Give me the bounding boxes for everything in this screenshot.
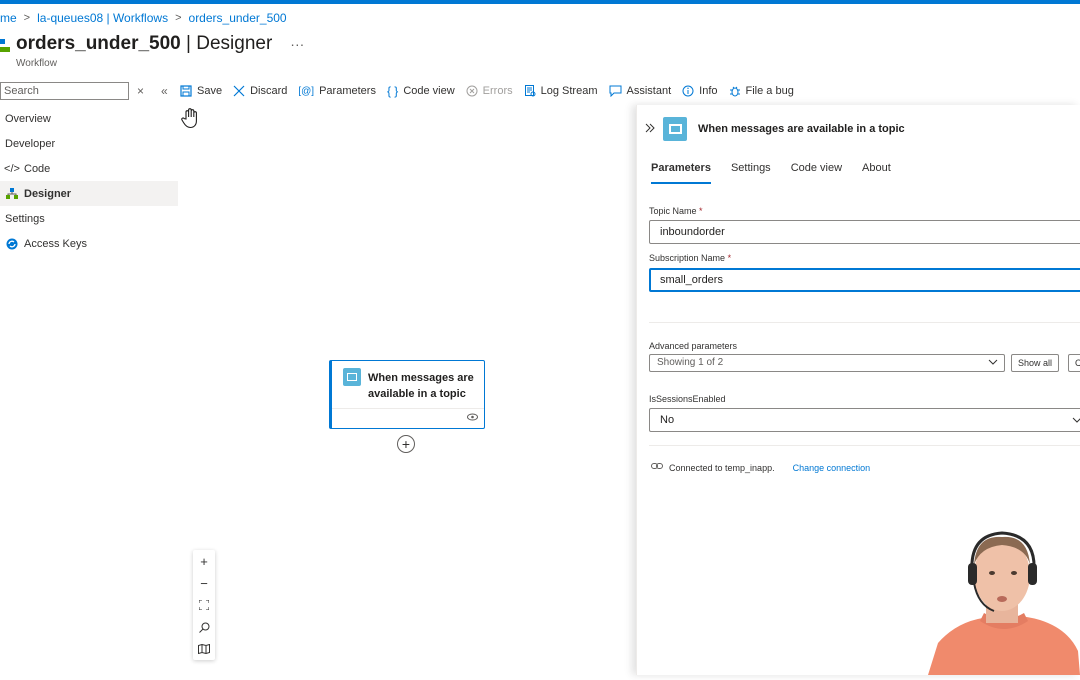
subscription-name-field[interactable]: small_orders	[649, 268, 1080, 292]
chat-icon	[609, 85, 622, 97]
parameters-icon: [@]	[298, 85, 315, 97]
info-icon	[682, 85, 694, 97]
errors-button[interactable]: Errors	[466, 85, 513, 97]
sidebar-item-access-keys[interactable]: Access Keys	[0, 231, 178, 256]
file-bug-button[interactable]: File a bug	[729, 85, 794, 97]
sidebar-item-overview[interactable]: Overview	[0, 106, 178, 131]
code-icon: </>	[4, 162, 20, 175]
bug-icon	[729, 85, 741, 97]
service-bus-icon	[663, 117, 687, 141]
error-icon	[466, 85, 478, 97]
advanced-parameters-dropdown[interactable]: Showing 1 of 2	[649, 354, 1005, 372]
search-icon[interactable]	[193, 616, 215, 638]
save-button[interactable]: Save	[180, 85, 222, 97]
discard-button[interactable]: Discard	[233, 85, 287, 97]
parameters-button[interactable]: [@] Parameters	[298, 85, 376, 97]
tab-parameters[interactable]: Parameters	[651, 162, 711, 184]
designer-toolbar: Save Discard [@] Parameters { } Code vie…	[180, 82, 805, 100]
log-stream-button[interactable]: Log Stream	[524, 85, 598, 97]
breadcrumb-workflows[interactable]: la-queues08 | Workflows	[37, 11, 168, 25]
connection-icon	[467, 413, 478, 424]
chevron-right-icon: >	[23, 12, 31, 24]
workflow-icon	[0, 33, 10, 55]
subscription-name-label: Subscription Name *	[649, 253, 732, 263]
divider	[649, 322, 1080, 323]
change-connection-link[interactable]: Change connection	[793, 463, 871, 473]
panel-tabs: Parameters Settings Code view About	[651, 162, 911, 184]
more-options-icon[interactable]: ···	[290, 36, 304, 52]
chevron-down-icon	[988, 357, 998, 370]
trigger-node-footer	[332, 408, 484, 428]
breadcrumb: me > la-queues08 | Workflows > orders_un…	[0, 11, 287, 25]
collapse-sidebar-icon[interactable]: «	[161, 84, 168, 98]
panel-title: When messages are available in a topic	[698, 123, 905, 135]
close-icon	[233, 85, 245, 97]
page-title: orders_under_500 | Designer	[16, 33, 273, 54]
designer-icon	[5, 187, 19, 200]
service-bus-icon	[343, 368, 361, 386]
collapse-panel-icon[interactable]	[645, 122, 655, 136]
advanced-parameters-label: Advanced parameters	[649, 341, 738, 351]
tab-about[interactable]: About	[862, 162, 891, 184]
breadcrumb-home[interactable]: me	[0, 11, 17, 25]
braces-icon: { }	[386, 84, 399, 98]
page-subtitle: Workflow	[16, 58, 57, 69]
chevron-right-icon: >	[175, 12, 182, 24]
save-icon	[180, 85, 192, 97]
close-icon[interactable]: ×	[137, 84, 144, 98]
zoom-controls: + −	[193, 550, 215, 660]
zoom-in-button[interactable]: +	[193, 550, 215, 572]
zoom-out-button[interactable]: −	[193, 572, 215, 594]
fit-view-icon[interactable]	[193, 594, 215, 616]
topic-name-field[interactable]: inboundorder	[649, 220, 1080, 244]
sidebar-item-designer[interactable]: Designer	[0, 181, 178, 206]
sidebar-item-developer[interactable]: Developer	[0, 131, 178, 156]
sidebar-item-code[interactable]: </> Code	[0, 156, 178, 181]
is-sessions-enabled-label: IsSessionsEnabled	[649, 394, 726, 404]
trigger-node[interactable]: When messages are available in a topic	[329, 360, 485, 429]
log-stream-icon	[524, 85, 536, 97]
top-accent-bar	[0, 0, 1080, 4]
topic-name-label: Topic Name *	[649, 206, 703, 216]
key-icon	[5, 238, 19, 250]
page-header: orders_under_500 | Designer ···	[0, 33, 304, 55]
connection-info: Connected to temp_inapp. Change connecti…	[651, 462, 870, 473]
info-button[interactable]: Info	[682, 85, 718, 97]
trigger-node-title: When messages are available in a topic	[368, 372, 474, 400]
add-step-button[interactable]: +	[397, 435, 415, 453]
minimap-icon[interactable]	[193, 638, 215, 660]
chevron-down-icon	[1072, 415, 1080, 428]
clear-button[interactable]: C	[1068, 354, 1080, 372]
presenter-webcam	[928, 525, 1080, 675]
tab-code-view[interactable]: Code view	[791, 162, 842, 184]
code-view-button[interactable]: { } Code view	[387, 84, 455, 98]
sidebar-item-settings[interactable]: Settings	[0, 206, 178, 231]
show-all-button[interactable]: Show all	[1011, 354, 1060, 372]
divider	[649, 445, 1080, 446]
sidebar-nav: Overview Developer </> Code Designer Set…	[0, 106, 178, 256]
link-icon	[651, 462, 663, 473]
assistant-button[interactable]: Assistant	[609, 85, 671, 97]
is-sessions-enabled-dropdown[interactable]: No	[649, 408, 1080, 432]
tab-settings[interactable]: Settings	[731, 162, 771, 184]
search-input[interactable]: Search	[0, 82, 129, 100]
breadcrumb-workflow[interactable]: orders_under_500	[189, 11, 287, 25]
hand-cursor-icon	[180, 107, 202, 135]
